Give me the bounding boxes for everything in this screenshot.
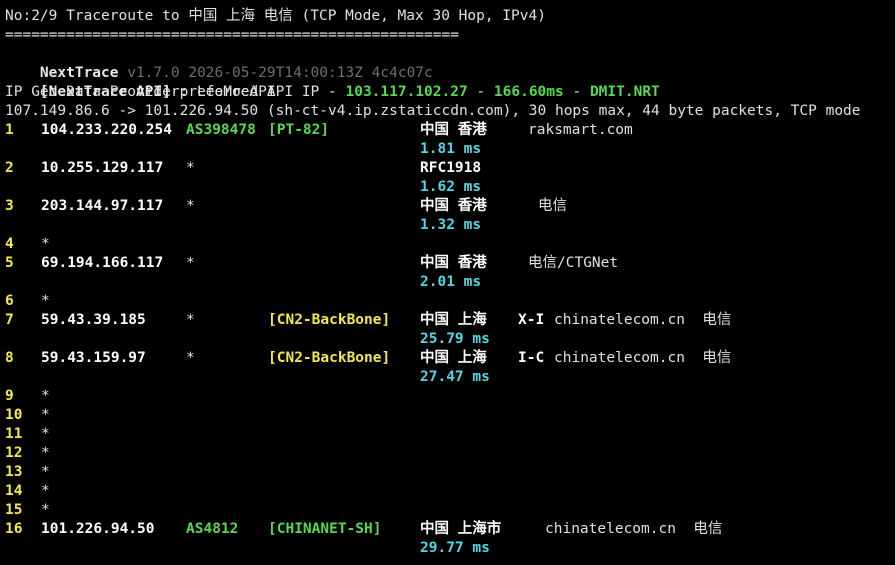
hop-tag: [CN2-BackBone] (268, 350, 391, 366)
hop-geo: 中国 香港 (420, 255, 487, 271)
version-line: NextTrace v1.7.0 2026-05-29T14:00:13Z 4c… (5, 45, 433, 81)
hop-tag: [PT-82] (268, 122, 330, 138)
hop-number: 6 (5, 293, 14, 309)
hop-extra: 电信/CTGNet (528, 255, 619, 271)
hop-rtt: 29.77 ms (420, 540, 490, 556)
hop-number: 5 (5, 255, 14, 271)
geo-provider-line: IP Geo Data Provider: LeoMoeAPI (5, 84, 276, 100)
hop-number: 16 (5, 521, 23, 537)
route-summary-line: 107.149.86.6 -> 101.226.94.50 (sh-ct-v4.… (5, 103, 861, 119)
hop-ip: 59.43.39.185 (41, 312, 146, 328)
hop-number: 11 (5, 426, 23, 442)
api-dash-2: - (563, 84, 590, 100)
hop-timeout: * (41, 502, 50, 518)
terminal-window[interactable]: No:2/9 Traceroute to 中国 上海 电信 (TCP Mode,… (0, 0, 895, 565)
api-dash-1: - (467, 84, 494, 100)
hop-ip: 10.255.129.117 (41, 160, 164, 176)
hop-geo: 中国 上海市 (420, 521, 502, 537)
hop-asn: * (186, 160, 195, 176)
hop-number: 13 (5, 464, 23, 480)
hop-extra: raksmart.com (528, 122, 633, 138)
hop-asn: * (186, 255, 195, 271)
hop-timeout: * (41, 407, 50, 423)
hop-asn: AS398478 (186, 122, 256, 138)
api-node: DMIT.NRT (589, 84, 660, 100)
hop-rtt: 25.79 ms (420, 331, 490, 347)
hop-ip: 69.194.166.117 (41, 255, 164, 271)
hop-tag: [CN2-BackBone] (268, 312, 391, 328)
hop-number: 3 (5, 198, 14, 214)
hop-timeout: * (41, 445, 50, 461)
hop-extra: chinatelecom.cn 电信 (545, 521, 723, 537)
hop-rtt: 27.47 ms (420, 369, 490, 385)
hop-number: 12 (5, 445, 23, 461)
hop-number: 15 (5, 502, 23, 518)
hop-geo: 中国 香港 (420, 122, 487, 138)
hop-asn: * (186, 198, 195, 214)
hop-rtt: 2.01 ms (420, 274, 482, 290)
hop-ip: 59.43.159.97 (41, 350, 146, 366)
hop-extra: chinatelecom.cn 电信 (554, 350, 732, 366)
hop-rtt: 1.32 ms (420, 217, 482, 233)
hop-geo: 中国 上海 (420, 312, 487, 328)
hop-number: 2 (5, 160, 14, 176)
hop-ip: 104.233.220.254 (41, 122, 172, 138)
hop-number: 7 (5, 312, 14, 328)
hop-asn: AS4812 (186, 521, 239, 537)
hop-number: 14 (5, 483, 23, 499)
hop-timeout: * (41, 388, 50, 404)
hop-geo: 中国 香港 (420, 198, 487, 214)
separator-line: ========================================… (5, 27, 459, 43)
hop-timeout: * (41, 236, 50, 252)
hop-asn: * (186, 350, 195, 366)
hop-rtt: 1.81 ms (420, 141, 482, 157)
hop-timeout: * (41, 426, 50, 442)
hop-ip: 203.144.97.117 (41, 198, 164, 214)
hop-timeout: * (41, 464, 50, 480)
hop-timeout: * (41, 293, 50, 309)
hop-geo-code: X-I (518, 312, 545, 328)
hop-ip: 101.226.94.50 (41, 521, 155, 537)
hop-number: 8 (5, 350, 14, 366)
hop-tag: [CHINANET-SH] (268, 521, 382, 537)
hop-number: 9 (5, 388, 14, 404)
hop-number: 10 (5, 407, 23, 423)
hop-geo: 中国 上海 (420, 350, 487, 366)
api-latency: 166.60ms (493, 84, 564, 100)
hop-asn: * (186, 312, 195, 328)
api-ip: 103.117.102.27 (345, 84, 468, 100)
hop-extra: 电信 (538, 198, 567, 214)
hop-geo: RFC1918 (420, 160, 482, 176)
hop-timeout: * (41, 483, 50, 499)
hop-number: 4 (5, 236, 14, 252)
hop-rtt: 1.62 ms (420, 179, 482, 195)
api-line: [NextTrace API] preferred API IP - 103.1… (5, 64, 660, 100)
hop-geo-code: I-C (518, 350, 545, 366)
traceroute-title-line: No:2/9 Traceroute to 中国 上海 电信 (TCP Mode,… (5, 8, 546, 24)
hop-extra: chinatelecom.cn 电信 (554, 312, 732, 328)
hop-number: 1 (5, 122, 14, 138)
